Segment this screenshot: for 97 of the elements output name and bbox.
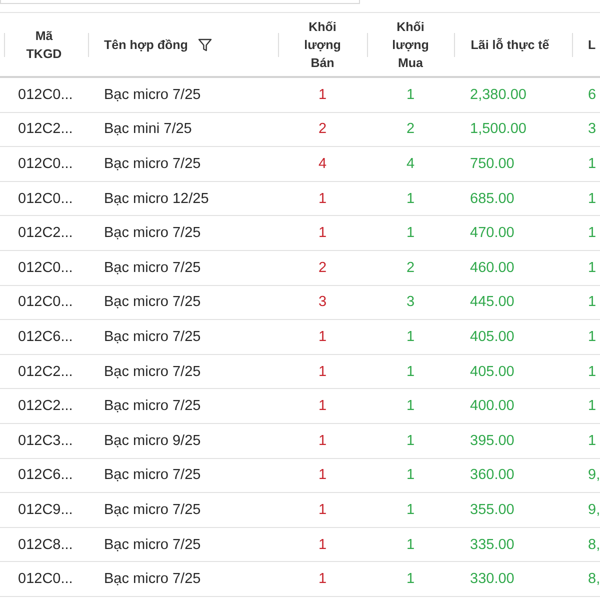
table-cell: 1 (406, 190, 415, 207)
table-cell: 1 (588, 398, 596, 414)
column-header[interactable]: Lãi lỗ thực tế (470, 36, 550, 54)
table-cell: Bạc micro 7/25 (104, 398, 201, 414)
column-header[interactable]: Khối lượng Mua (380, 18, 440, 72)
table-cell: 9, (588, 502, 600, 518)
table-cell: Bạc micro 7/25 (104, 86, 201, 103)
table-cell: 012C8... (18, 536, 73, 553)
table-cell: 1 (406, 467, 415, 484)
table-cell: 1 (318, 536, 327, 553)
table-cell: 445.00 (470, 294, 514, 310)
table-cell: 1 (406, 502, 415, 518)
table-cell: 1 (318, 502, 327, 518)
table-cell: Bạc mini 7/25 (104, 121, 192, 138)
table-cell: 335.00 (470, 536, 514, 553)
table-cell: 4 (318, 156, 327, 172)
table-cell: 1 (406, 86, 415, 103)
table-cell: Bạc micro 7/25 (104, 294, 201, 310)
table-cell: 8, (588, 571, 600, 588)
table-cell: 3 (318, 294, 327, 310)
table-cell: 355.00 (470, 502, 514, 518)
table-cell: 012C6... (18, 328, 73, 345)
table-cell: 1 (588, 364, 596, 380)
table-cell: 012C2... (18, 225, 73, 242)
table-cell: 1 (318, 467, 327, 484)
table-cell: 1 (318, 190, 327, 207)
table-cell: 1 (406, 536, 415, 553)
table-cell: 460.00 (470, 260, 514, 276)
table-cell: 1 (406, 398, 415, 414)
table-cell: 1 (588, 432, 596, 449)
table-cell: 1 (318, 225, 327, 242)
table-cell: Bạc micro 7/25 (104, 260, 201, 276)
table-cell: Bạc micro 7/25 (104, 328, 201, 345)
table-cell: 2 (318, 260, 327, 276)
table-cell: 405.00 (470, 364, 514, 380)
table-cell: 2,380.00 (470, 86, 526, 103)
table-cell: 1 (318, 86, 327, 103)
table-cell: Bạc micro 7/25 (104, 225, 201, 242)
table-cell: 1 (588, 294, 596, 310)
table-cell: 395.00 (470, 432, 514, 449)
column-header[interactable]: Mã TKGD (19, 26, 69, 62)
table-cell: 470.00 (470, 225, 514, 242)
table-cell: 1 (318, 364, 327, 380)
table-cell: 6 (588, 86, 596, 103)
table-cell: 3 (406, 294, 415, 310)
table-cell: 012C0... (18, 294, 73, 310)
table-cell: 012C0... (18, 260, 73, 276)
table-cell: 012C2... (18, 398, 73, 414)
table-cell: 012C3... (18, 432, 73, 449)
table-cell: 012C6... (18, 467, 73, 484)
column-header[interactable]: Khối lượng Bán (292, 18, 352, 72)
table-cell: Bạc micro 7/25 (104, 364, 201, 380)
column-header[interactable]: L (588, 36, 596, 54)
table-cell: Bạc micro 9/25 (104, 432, 201, 449)
table-cell: Bạc micro 12/25 (104, 190, 209, 207)
table-cell: 1 (406, 571, 415, 588)
table-cell: 4 (406, 156, 415, 172)
table-cell: 012C0... (18, 156, 73, 172)
table-cell: 1 (406, 364, 415, 380)
table-cell: 400.00 (470, 398, 514, 414)
table-cell: 1 (406, 432, 415, 449)
table-cell: 012C2... (18, 121, 73, 138)
table-cell: 1 (406, 225, 415, 242)
table-cell: Bạc micro 7/25 (104, 467, 201, 484)
table-cell: 1 (318, 571, 327, 588)
table-cell: 1 (318, 328, 327, 345)
table-cell: 1 (588, 190, 596, 207)
table-cell: 750.00 (470, 156, 514, 172)
table-cell: 8, (588, 536, 600, 553)
table-cell: 2 (406, 260, 415, 276)
table-cell: 3 (588, 121, 596, 138)
table-cell: 012C0... (18, 190, 73, 207)
column-header[interactable]: Tên hợp đồng (104, 36, 188, 54)
table-cell: 1 (318, 398, 327, 414)
table-cell: 405.00 (470, 328, 514, 345)
table-cell: 1,500.00 (470, 121, 526, 138)
table-cell: 2 (318, 121, 327, 138)
table-cell: 012C0... (18, 86, 73, 103)
table-cell: 012C2... (18, 364, 73, 380)
table-cell: 1 (318, 432, 327, 449)
table-cell: 9, (588, 467, 600, 484)
table-cell: Bạc micro 7/25 (104, 502, 201, 518)
table-cell: 1 (588, 156, 596, 172)
table-cell: 1 (588, 225, 596, 242)
filter-icon[interactable] (198, 38, 212, 52)
table-cell: 2 (406, 121, 415, 138)
table-cell: 360.00 (470, 467, 514, 484)
table-cell: 1 (406, 328, 415, 345)
table-cell: Bạc micro 7/25 (104, 571, 201, 588)
table-cell: 012C0... (18, 571, 73, 588)
table-cell: 1 (588, 328, 596, 345)
table-cell: 330.00 (470, 571, 514, 588)
table-cell: 012C9... (18, 502, 73, 518)
table-cell: Bạc micro 7/25 (104, 536, 201, 553)
table-cell: 685.00 (470, 190, 514, 207)
table-cell: Bạc micro 7/25 (104, 156, 201, 172)
table-cell: 1 (588, 260, 596, 276)
